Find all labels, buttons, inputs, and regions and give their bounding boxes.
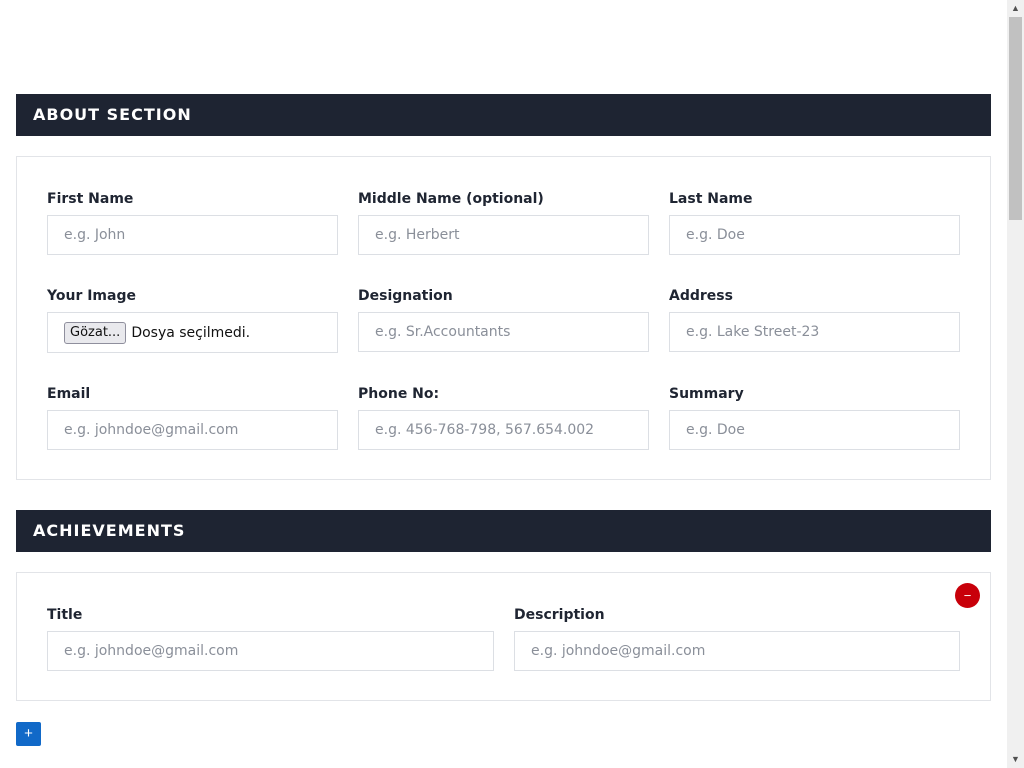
summary-input[interactable] <box>669 410 960 450</box>
first-name-input[interactable] <box>47 215 338 255</box>
phone-input[interactable] <box>358 410 649 450</box>
vertical-scrollbar[interactable]: ▲ ▼ <box>1007 0 1024 768</box>
email-input[interactable] <box>47 410 338 450</box>
scroll-down-arrow-icon[interactable]: ▼ <box>1007 751 1024 768</box>
achievements-section-header: ACHIEVEMENTS <box>16 510 991 552</box>
achievement-title-label: Title <box>47 607 83 623</box>
achievement-title-field: Title <box>47 605 494 671</box>
scrollbar-thumb[interactable] <box>1009 17 1022 220</box>
about-section-card: First Name Middle Name (optional) Last N… <box>16 156 991 480</box>
phone-label: Phone No: <box>358 386 440 402</box>
first-name-field: First Name <box>47 189 338 255</box>
browse-button[interactable]: Gözat... <box>64 321 127 344</box>
achievement-title-input[interactable] <box>47 631 494 671</box>
remove-achievement-button[interactable]: − <box>955 583 980 608</box>
middle-name-label: Middle Name (optional) <box>358 191 544 207</box>
summary-field: Summary <box>669 384 960 450</box>
add-achievement-button[interactable]: + <box>16 722 41 746</box>
about-section-header: ABOUT SECTION <box>16 94 991 136</box>
last-name-field: Last Name <box>669 189 960 255</box>
email-field: Email <box>47 384 338 450</box>
email-label: Email <box>47 386 91 402</box>
address-label: Address <box>669 288 733 304</box>
image-field: Your Image Gözat... Dosya seçilmedi. <box>47 286 338 353</box>
first-name-label: First Name <box>47 191 134 207</box>
last-name-label: Last Name <box>669 191 753 207</box>
achievement-description-input[interactable] <box>514 631 960 671</box>
image-label: Your Image <box>47 288 136 304</box>
scroll-up-arrow-icon[interactable]: ▲ <box>1007 0 1024 17</box>
achievement-description-label: Description <box>514 607 605 623</box>
image-file-input[interactable]: Gözat... Dosya seçilmedi. <box>47 312 338 353</box>
designation-input[interactable] <box>358 312 649 352</box>
middle-name-field: Middle Name (optional) <box>358 189 649 255</box>
designation-field: Designation <box>358 286 649 352</box>
file-status-text: Dosya seçilmedi. <box>131 324 251 341</box>
achievement-description-field: Description <box>514 605 960 671</box>
designation-label: Designation <box>358 288 453 304</box>
address-field: Address <box>669 286 960 352</box>
middle-name-input[interactable] <box>358 215 649 255</box>
summary-label: Summary <box>669 386 744 402</box>
achievement-item-card: − Title Description <box>16 572 991 701</box>
last-name-input[interactable] <box>669 215 960 255</box>
phone-field: Phone No: <box>358 384 649 450</box>
address-input[interactable] <box>669 312 960 352</box>
